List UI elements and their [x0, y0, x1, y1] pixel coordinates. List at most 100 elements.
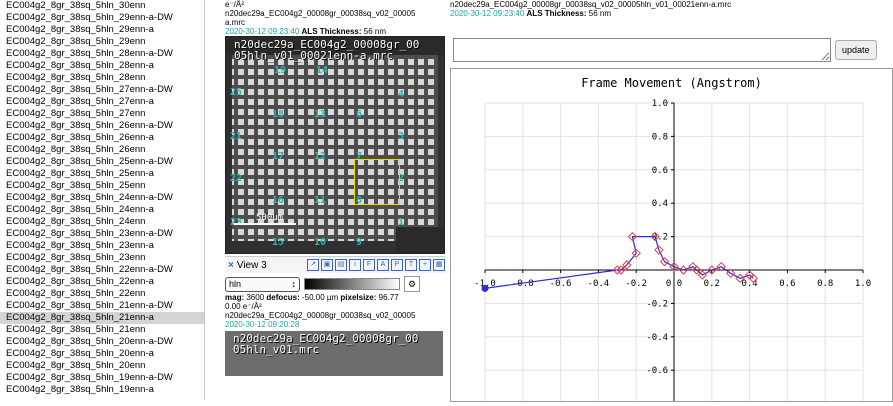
x-tick-label: -0.4 [588, 279, 610, 289]
file-list-item[interactable]: EC004g2_8gr_38sq_5hln_23enn [0, 252, 204, 264]
file-list-item[interactable]: EC004g2_8gr_38sq_5hln_29enn-a [0, 24, 204, 36]
square-label[interactable]: 11 [314, 195, 326, 206]
file-list-item[interactable]: EC004g2_8gr_38sq_5hln_20enn [0, 360, 204, 372]
file-list-item[interactable]: EC004g2_8gr_38sq_5hln_25enn [0, 180, 204, 192]
square-label[interactable]: 13 [314, 109, 326, 120]
file-list-item[interactable]: EC004g2_8gr_38sq_5hln_20enn-a [0, 348, 204, 360]
view3-filename: n20dec29a_EC004g2_00008gr_00038sq_v02_00… [225, 311, 416, 320]
tag-icon[interactable]: T [405, 259, 417, 271]
view2-als-value: 56 nm [363, 27, 387, 36]
parameter-icon[interactable]: P [391, 259, 403, 271]
file-list-item[interactable]: EC004g2_8gr_38sq_5hln_24enn-a-DW [0, 192, 204, 204]
file-list-item[interactable]: EC004g2_8gr_38sq_5hln_30enn [0, 0, 204, 12]
view3-params: mag: 3600 defocus: -50.00 µm pixelsize: … [225, 293, 445, 302]
file-list-item[interactable]: EC004g2_8gr_38sq_5hln_23enn-a [0, 240, 204, 252]
right-info: n20dec29a_EC004g2_00008gr_00038sq_v02_00… [450, 0, 893, 18]
filter-select-value: hln [229, 278, 242, 289]
view3-image[interactable]: n20dec29a_EC004g2_00008gr_00 05hln_v01.m… [225, 331, 443, 376]
square-label[interactable]: 14 [316, 65, 328, 76]
square-label[interactable]: 25 [230, 87, 242, 98]
file-list-item[interactable]: EC004g2_8gr_38sq_5hln_22enn [0, 288, 204, 300]
right-als-label: ALS Thickness: [526, 9, 587, 18]
file-list-item[interactable]: EC004g2_8gr_38sq_5hln_26enn-a [0, 132, 204, 144]
filter-select[interactable]: hln ↕ [225, 276, 300, 292]
view3-filter-row: hln ↕ ⚙ [225, 275, 445, 293]
file-list-item[interactable]: EC004g2_8gr_38sq_5hln_19enn-a [0, 384, 204, 396]
right-filename: n20dec29a_EC004g2_00008gr_00038sq_v02_00… [450, 0, 732, 9]
file-list-item[interactable]: EC004g2_8gr_38sq_5hln_28enn-a-DW [0, 48, 204, 60]
square-label[interactable]: 19 [274, 65, 286, 76]
x-tick-label: 0.2 [704, 279, 720, 289]
file-list-item[interactable]: EC004g2_8gr_38sq_5hln_25enn-a-DW [0, 156, 204, 168]
file-list-item[interactable]: EC004g2_8gr_38sq_5hln_22enn-a-DW [0, 264, 204, 276]
info-icon[interactable]: i [349, 259, 361, 271]
grid-icon[interactable]: ▦ [433, 259, 445, 271]
save-icon[interactable]: ▤ [335, 259, 347, 271]
command-input[interactable] [453, 38, 831, 62]
mag-label: mag: [225, 293, 245, 302]
file-list-item[interactable]: EC004g2_8gr_38sq_5hln_27enn-a [0, 96, 204, 108]
file-list-item[interactable]: EC004g2_8gr_38sq_5hln_22enn-a [0, 276, 204, 288]
right-panel: n20dec29a_EC004g2_00008gr_00038sq_v02_00… [450, 0, 893, 402]
mag-value: 3600 [246, 293, 265, 302]
square-label[interactable]: 21 [230, 131, 242, 142]
right-timestamp: 2020-30-12 09:23:40 [450, 9, 525, 18]
file-list-item[interactable]: EC004g2_8gr_38sq_5hln_21enn [0, 324, 204, 336]
square-label[interactable]: 22 [230, 173, 242, 184]
square-label[interactable]: 17 [272, 151, 284, 162]
file-list-item[interactable]: EC004g2_8gr_38sq_5hln_24enn [0, 216, 204, 228]
pixelsize-value: 96.77 [378, 293, 399, 302]
defocus-label: defocus: [266, 293, 300, 302]
file-list-item[interactable]: EC004g2_8gr_38sq_5hln_26enn-a-DW [0, 120, 204, 132]
view3-dose: 0.00 e⁻/Å² [225, 302, 262, 311]
y-tick-label: -0.6 [646, 366, 668, 376]
file-list-item[interactable]: EC004g2_8gr_38sq_5hln_29enn-a-DW [0, 12, 204, 24]
file-list-item[interactable]: EC004g2_8gr_38sq_5hln_29enn [0, 36, 204, 48]
view2-meta-row: 2020-30-12 09:23:40 ALS Thickness: 56 nm [225, 27, 445, 36]
file-list-item[interactable]: EC004g2_8gr_38sq_5hln_25enn-a [0, 168, 204, 180]
square-label[interactable]: 12 [314, 151, 326, 162]
square-label[interactable]: 3 [398, 131, 404, 142]
square-label[interactable]: 10 [314, 237, 326, 248]
y-tick-label: 0.8 [652, 132, 668, 142]
square-label[interactable]: 15 [272, 237, 284, 248]
file-list-item[interactable]: EC004g2_8gr_38sq_5hln_24enn-a [0, 204, 204, 216]
start-point [481, 284, 489, 292]
square-label[interactable]: 16 [272, 195, 284, 206]
close-icon[interactable]: × [225, 260, 237, 271]
file-list-item[interactable]: EC004g2_8gr_38sq_5hln_26enn [0, 144, 204, 156]
file-list-item[interactable]: EC004g2_8gr_38sq_5hln_28enn [0, 72, 204, 84]
selection-box[interactable] [354, 159, 400, 205]
file-list-item[interactable]: EC004g2_8gr_38sq_5hln_28enn-a [0, 60, 204, 72]
fft-icon[interactable]: F [363, 259, 375, 271]
view3-info: mag: 3600 defocus: -50.00 µm pixelsize: … [225, 293, 445, 329]
square-label[interactable]: 4 [398, 89, 404, 100]
view3-timestamp: 2020-30-12 09:20:28 [225, 320, 300, 329]
contrast-slider[interactable] [304, 278, 400, 290]
file-list-item[interactable]: EC004g2_8gr_38sq_5hln_23enn-a-DW [0, 228, 204, 240]
resize-icon[interactable]: ↗ [307, 259, 319, 271]
square-label[interactable]: 9 [356, 237, 362, 248]
crop-icon[interactable]: ▣ [321, 259, 333, 271]
x-tick-label: 0.8 [817, 279, 833, 289]
scalebar-label: 500um [256, 213, 284, 223]
file-list-item[interactable]: EC004g2_8gr_38sq_5hln_27enn-a-DW [0, 84, 204, 96]
file-list-item[interactable]: EC004g2_8gr_38sq_5hln_27enn [0, 108, 204, 120]
chart-title: Frame Movement (Angstrom) [581, 76, 762, 90]
view2-filename-cont: a.mrc [225, 18, 245, 27]
frame-movement-plot: Frame Movement (Angstrom) -1.0 -0.8 -0.6 -0.… [450, 68, 893, 402]
square-label[interactable]: 6 [356, 109, 362, 120]
view2-image[interactable]: n20dec29a_EC004g2_00008gr_00 05hln_v01_0… [225, 36, 445, 254]
square-label[interactable]: 1 [398, 217, 404, 228]
settings-icon[interactable]: ⚙ [404, 276, 420, 292]
file-list-item[interactable]: EC004g2_8gr_38sq_5hln_20enn-a-DW [0, 336, 204, 348]
file-list-item[interactable]: EC004g2_8gr_38sq_5hln_19enn-a-DW [0, 372, 204, 384]
update-button[interactable]: update [835, 40, 877, 60]
acq-icon[interactable]: A [377, 259, 389, 271]
y-tick-label: 1.0 [652, 99, 668, 109]
crosshair-icon[interactable]: + [419, 259, 431, 271]
y-tick-label: -0.4 [646, 333, 668, 343]
file-list-item[interactable]: EC004g2_8gr_38sq_5hln_21enn-a-DW [0, 300, 204, 312]
square-label[interactable]: 18 [272, 109, 284, 120]
file-list-item[interactable]: EC004g2_8gr_38sq_5hln_21enn-a [0, 312, 204, 324]
